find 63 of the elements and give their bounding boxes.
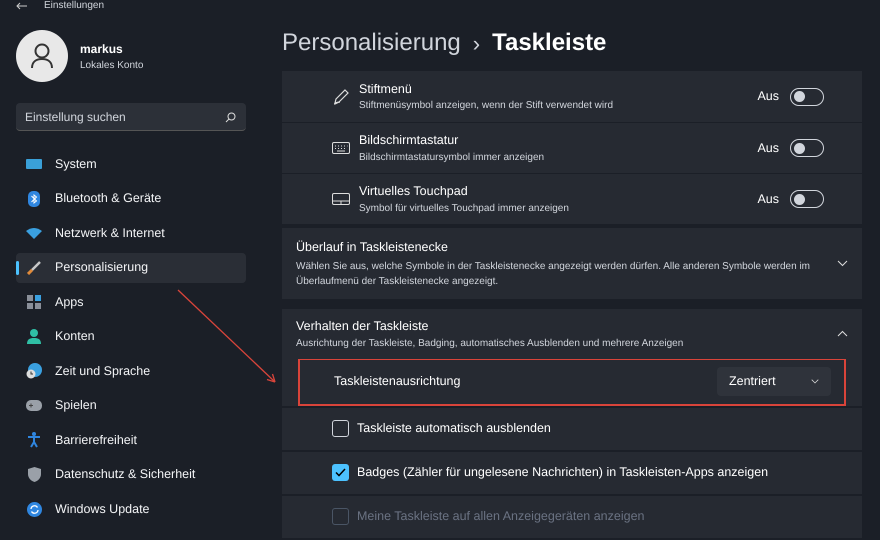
setting-title: Taskleistenausrichtung: [334, 373, 460, 390]
sidebar-item[interactable]: Windows Update: [16, 494, 246, 524]
sidebar-item[interactable]: Netzwerk & Internet: [16, 218, 246, 248]
setting-description: Bildschirmtastatursymbol immer anzeigen: [359, 150, 546, 165]
sidebar-item[interactable]: Konten: [16, 322, 246, 352]
toggle-switch[interactable]: [790, 190, 824, 208]
sidebar-item[interactable]: Zeit und Sprache: [16, 356, 246, 386]
touchpad-icon: [332, 192, 350, 206]
monitor-icon: [26, 158, 42, 170]
toggle-switch[interactable]: [790, 139, 824, 157]
chevron-down-icon[interactable]: [837, 260, 848, 267]
back-icon[interactable]: [16, 2, 28, 10]
dropdown[interactable]: Zentriert: [717, 367, 831, 396]
setting-title: Stiftmenü: [359, 80, 413, 98]
bluetooth-icon: [28, 190, 40, 206]
globe-clock-icon: [26, 363, 42, 379]
breadcrumb-separator: ›: [472, 30, 480, 58]
search-icon[interactable]: [225, 112, 236, 123]
checkbox-label: Badges (Zähler für ungelesene Nachrichten) in Taskleisten-Apps anzeigen: [357, 464, 768, 482]
apps-icon: [27, 295, 41, 309]
person-icon: [27, 329, 41, 344]
shield-icon: [28, 467, 40, 482]
sidebar-item[interactable]: Datenschutz & Sicherheit: [16, 460, 246, 490]
keyboard-icon: [332, 141, 350, 155]
section-title: Verhalten der Taskleiste: [296, 318, 430, 335]
sidebar-item[interactable]: Barrierefreiheit: [16, 425, 246, 455]
toggle-switch[interactable]: [790, 88, 824, 106]
sidebar-item[interactable]: Apps: [16, 287, 246, 317]
check-icon: [335, 468, 346, 478]
person-icon: [30, 43, 54, 69]
brush-icon: [27, 260, 41, 274]
setting-title: Bildschirmtastatur: [359, 132, 460, 150]
wifi-icon: [26, 227, 42, 239]
chevron-up-icon[interactable]: [837, 330, 848, 338]
account-type: Lokales Konto: [80, 58, 144, 72]
section-description: Wählen Sie aus, welche Symbole in der Taskleistenecke angezeigt werden dürfen. Alle anderen Symbole werden im Überlaufmenü der Taskleistenecke angezeigt.: [296, 260, 811, 289]
search-field[interactable]: Einstellung suchen: [16, 103, 246, 131]
setting-description: Symbol für virtuelles Touchpad immer anzeigen: [359, 202, 570, 216]
pen-icon: [332, 88, 350, 106]
setting-description: Stiftmenüsymbol anzeigen, wenn der Stift verwendet wird: [359, 99, 614, 114]
page-title: Taskleiste: [492, 28, 606, 58]
chevron-down-icon[interactable]: [811, 378, 819, 386]
toggle-state-label: Aus: [757, 88, 779, 106]
selection-indicator: [16, 260, 19, 274]
checkbox-label: Taskleiste automatisch ausblenden: [357, 420, 551, 438]
checkbox[interactable]: [332, 420, 349, 438]
gamepad-icon: [26, 400, 42, 411]
window-title: Einstellungen: [44, 1, 104, 11]
breadcrumb-parent[interactable]: Personalisierung: [282, 25, 461, 61]
refresh-icon: [26, 502, 42, 516]
section-title: Überlauf in Taskleistenecke: [296, 239, 449, 256]
sidebar-item[interactable]: Spielen: [16, 390, 246, 420]
section-description: Ausrichtung der Taskleiste, Badging, automatisches Ausblenden und mehrere Anzeigen: [296, 336, 684, 351]
accessibility-icon: [27, 432, 41, 448]
toggle-state-label: Aus: [757, 140, 779, 157]
checkbox-label: Meine Taskleiste auf allen Anzeigegeräten anzeigen: [357, 508, 644, 526]
setting-title: Virtuelles Touchpad: [359, 183, 469, 200]
sidebar-item[interactable]: Bluetooth & Geräte: [16, 184, 246, 214]
sidebar-item[interactable]: Personalisierung: [16, 252, 246, 282]
checkbox[interactable]: [332, 464, 349, 482]
sidebar-item[interactable]: System: [16, 149, 246, 179]
toggle-state-label: Aus: [757, 190, 779, 208]
account-name: markus: [80, 40, 124, 58]
